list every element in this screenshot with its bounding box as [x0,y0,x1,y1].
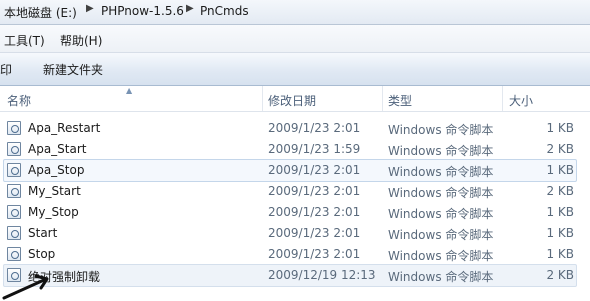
address-bar[interactable]: 本地磁盘 (E:) ▶ PHPnow-1.5.6 ▶ PnCmds [0,0,590,25]
file-modified: 2009/1/23 1:59 [268,142,361,156]
script-file-icon [7,184,21,198]
breadcrumb-phpnow[interactable]: PHPnow-1.5.6 [101,4,184,18]
script-file-icon [7,226,21,240]
file-size: 1 KB [546,247,574,261]
file-type: Windows 命令脚本 [388,186,494,200]
file-modified: 2009/12/19 12:13 [268,268,376,282]
file-row-highlighted[interactable]: 绝对强制卸载 2009/12/19 12:13 Windows 命令脚本 2 K… [3,264,577,287]
column-type[interactable]: 类型 [388,92,412,109]
chevron-right-icon[interactable]: ▶ [186,3,194,14]
file-size: 1 KB [546,121,574,135]
file-row[interactable]: My_Stop 2009/1/23 2:01 Windows 命令脚本 1 KB [4,202,576,223]
file-name: My_Stop [28,205,79,219]
file-row[interactable]: Apa_Restart 2009/1/23 2:01 Windows 命令脚本 … [4,118,576,139]
file-name: Apa_Start [28,142,87,156]
file-modified: 2009/1/23 2:01 [268,184,361,198]
file-type: Windows 命令脚本 [388,123,494,137]
script-file-icon [7,205,21,219]
file-modified: 2009/1/23 2:01 [268,247,361,261]
column-header: ▲ 名称 修改日期 类型 大小 [0,86,590,112]
file-name: Apa_Stop [28,163,85,177]
column-name[interactable]: 名称 [7,92,31,109]
file-row[interactable]: My_Start 2009/1/23 2:01 Windows 命令脚本 2 K… [4,181,576,202]
script-file-icon [7,247,21,261]
script-file-icon [7,142,21,156]
command-toolbar: 印 新建文件夹 [0,53,590,86]
column-divider[interactable] [262,86,263,111]
file-type: Windows 命令脚本 [388,165,494,179]
file-size: 1 KB [546,163,574,177]
menu-help[interactable]: 帮助(H) [60,32,102,49]
menu-tools[interactable]: 工具(T) [4,32,45,49]
file-row[interactable]: Apa_Start 2009/1/23 1:59 Windows 命令脚本 2 … [4,139,576,160]
file-size: 2 KB [546,142,574,156]
file-size: 2 KB [546,184,574,198]
script-file-icon [7,163,21,177]
file-size: 1 KB [546,226,574,240]
annotation-arrow-icon [2,274,49,300]
breadcrumb-drive[interactable]: 本地磁盘 (E:) [4,4,77,21]
column-divider[interactable] [382,86,383,111]
chevron-right-icon[interactable]: ▶ [86,3,94,14]
file-modified: 2009/1/23 2:01 [268,121,361,135]
file-size: 1 KB [546,205,574,219]
print-button[interactable]: 印 [0,61,12,78]
file-row[interactable]: Start 2009/1/23 2:01 Windows 命令脚本 1 KB [4,223,576,244]
file-type: Windows 命令脚本 [388,249,494,263]
file-type: Windows 命令脚本 [388,270,494,284]
menu-bar: 工具(T) 帮助(H) [0,25,590,53]
file-type: Windows 命令脚本 [388,144,494,158]
file-size: 2 KB [546,268,574,282]
column-modified[interactable]: 修改日期 [268,92,316,109]
file-modified: 2009/1/23 2:01 [268,226,361,240]
file-row-selected[interactable]: Apa_Stop 2009/1/23 2:01 Windows 命令脚本 1 K… [3,159,577,182]
file-name: Stop [28,247,56,261]
column-size[interactable]: 大小 [509,92,533,109]
file-name: Start [28,226,58,240]
file-modified: 2009/1/23 2:01 [268,205,361,219]
file-type: Windows 命令脚本 [388,228,494,242]
file-type: Windows 命令脚本 [388,207,494,221]
sort-ascending-icon: ▲ [126,86,133,95]
file-row[interactable]: Stop 2009/1/23 2:01 Windows 命令脚本 1 KB [4,244,576,265]
file-name: My_Start [28,184,81,198]
script-file-icon [7,121,21,135]
breadcrumb-pncmds[interactable]: PnCmds [200,4,249,18]
file-name: Apa_Restart [28,121,101,135]
file-modified: 2009/1/23 2:01 [268,163,361,177]
new-folder-button[interactable]: 新建文件夹 [43,61,103,78]
column-divider[interactable] [502,86,503,111]
